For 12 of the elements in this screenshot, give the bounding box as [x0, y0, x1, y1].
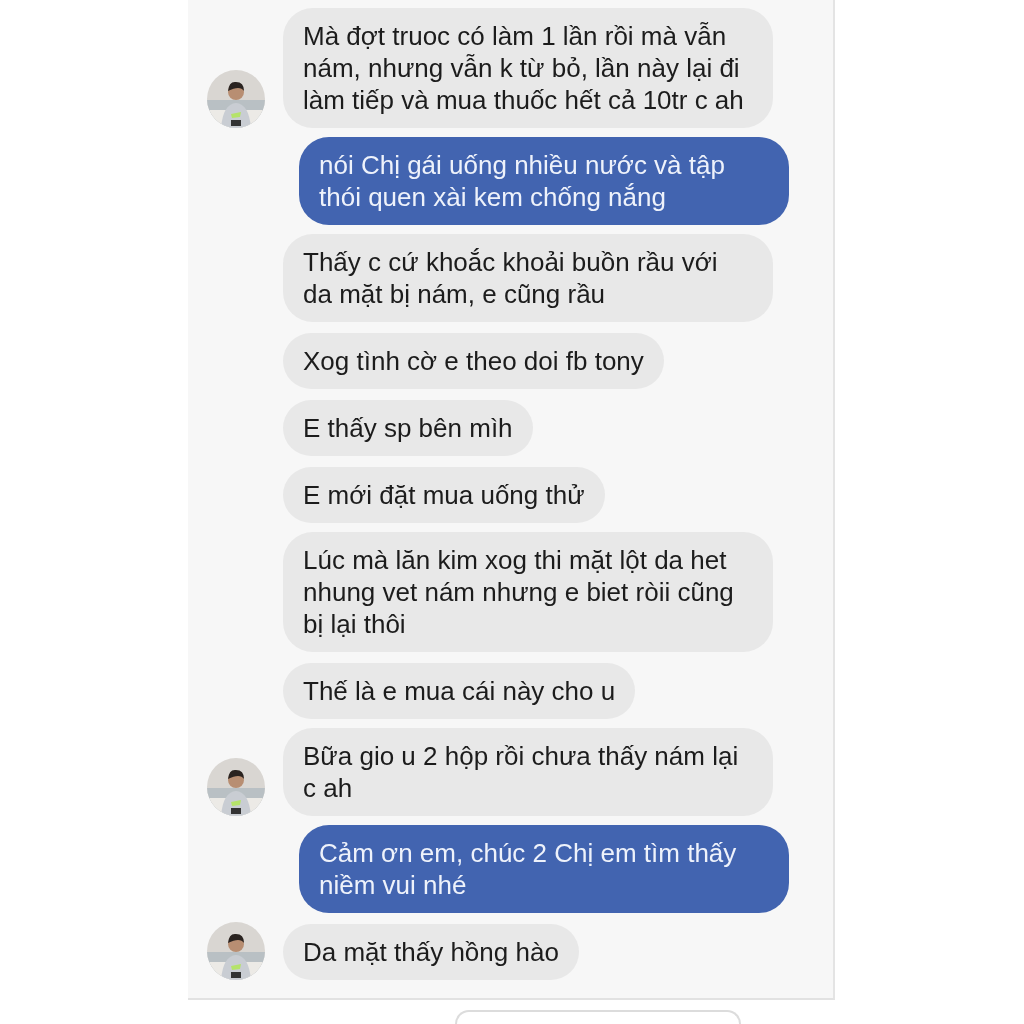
received-message: Lúc mà lăn kim xog thi mặt lột da het nhung vet nám nhưng e biet ròii cũng bị lại thôi — [283, 532, 773, 652]
received-message: E thấy sp bên mìh — [283, 400, 533, 456]
received-message: Da mặt thấy hồng hào — [283, 924, 579, 980]
received-message: Thấy c cứ khoắc khoải buồn rầu với da mặt bị nám, e cũng rầu — [283, 234, 773, 322]
sent-message: Cảm ơn em, chúc 2 Chị em tìm thấy niềm vui nhé — [299, 825, 789, 913]
received-message: E mới đặt mua uống thử — [283, 467, 605, 523]
input-field[interactable] — [455, 1010, 741, 1024]
sent-message: nói Chị gái uống nhiều nước và tập thói quen xài kem chống nắng — [299, 137, 789, 225]
received-message: Xog tình cờ e theo doi fb tony — [283, 333, 664, 389]
received-message: Mà đợt truoc có làm 1 lần rồi mà vẫn nám, nhưng vẫn k từ bỏ, lần này lại đi làm tiếp và mua thuốc hết cả 10tr c ah — [283, 8, 773, 128]
received-message: Bữa gio u 2 hộp rồi chưa thấy nám lại c ah — [283, 728, 773, 816]
received-message: Thế là e mua cái này cho u — [283, 663, 636, 719]
